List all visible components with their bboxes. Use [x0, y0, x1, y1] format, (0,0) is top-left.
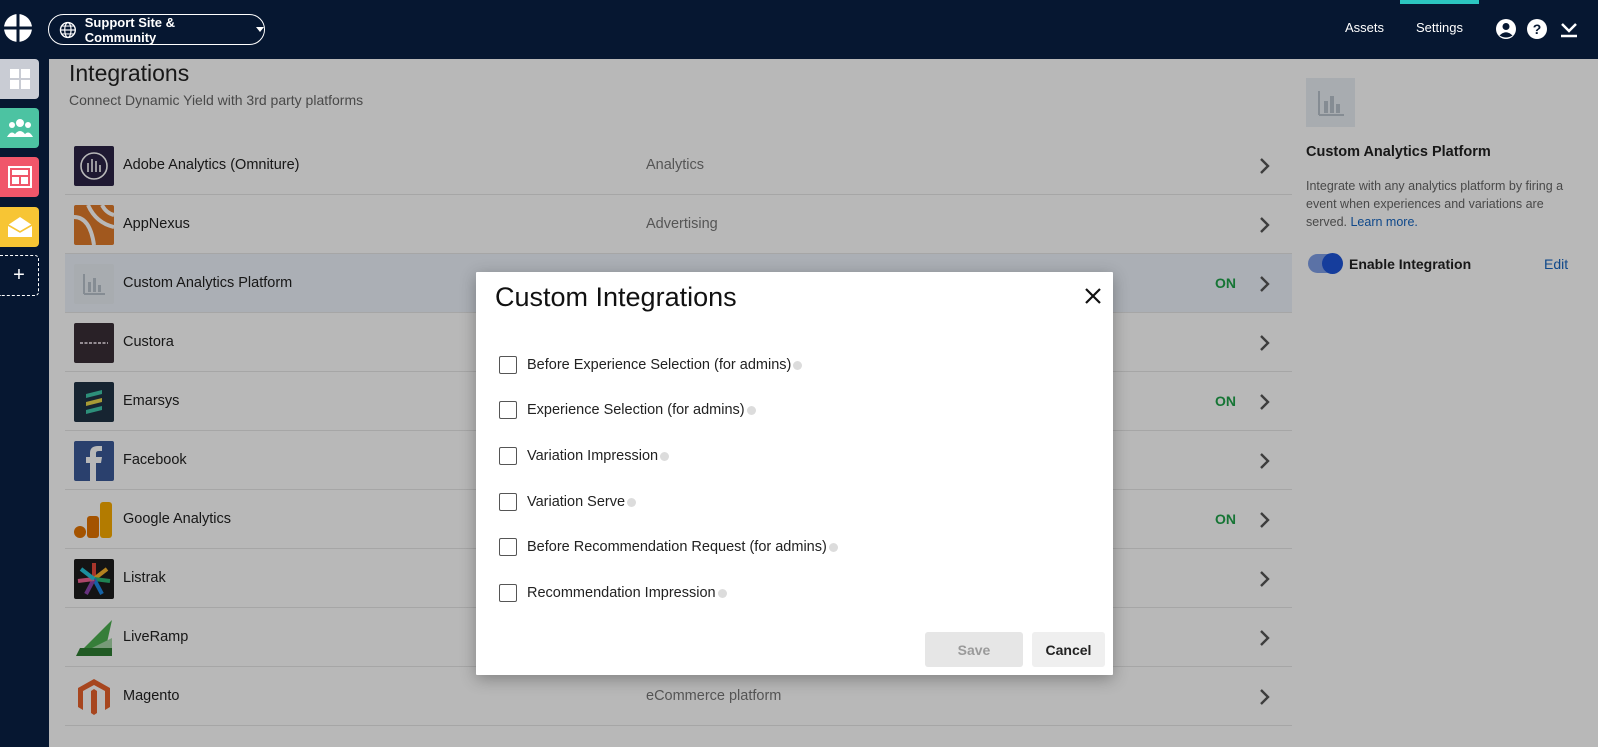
dialog-title: Custom Integrations: [495, 282, 737, 312]
active-nav-indicator: [1400, 0, 1479, 4]
help-icon[interactable]: [793, 360, 803, 370]
option-label: Before Experience Selection (for admins): [527, 357, 792, 373]
option-label: Recommendation Impression: [527, 585, 716, 601]
option-label: Before Recommendation Request (for admin…: [527, 539, 827, 555]
help-icon[interactable]: [717, 588, 727, 598]
rail-web-personalization[interactable]: [0, 157, 39, 197]
checkbox[interactable]: [499, 584, 517, 602]
option-label: Experience Selection (for admins): [527, 402, 745, 418]
option-label: Variation Serve: [527, 494, 626, 510]
option-before-recommendation-request[interactable]: Before Recommendation Request (for admin…: [499, 537, 838, 557]
account-icon[interactable]: [1495, 18, 1517, 40]
site-selector[interactable]: Support Site & Community: [48, 14, 265, 45]
help-icon[interactable]: [627, 497, 637, 507]
chevron-down-icon: [256, 27, 264, 32]
checkbox[interactable]: [499, 447, 517, 465]
dynamic-yield-logo[interactable]: [3, 13, 33, 43]
envelope-icon: [7, 217, 32, 237]
download-icon[interactable]: [1558, 18, 1580, 40]
help-icon[interactable]: [660, 451, 670, 461]
option-variation-serve[interactable]: Variation Serve: [499, 492, 637, 512]
option-before-experience-selection[interactable]: Before Experience Selection (for admins): [499, 355, 803, 375]
checkbox[interactable]: [499, 493, 517, 511]
site-selector-label: Support Site & Community: [84, 14, 176, 45]
option-recommendation-impression[interactable]: Recommendation Impression: [499, 583, 727, 603]
globe-icon: [59, 21, 76, 38]
checkbox[interactable]: [499, 401, 517, 419]
checkbox[interactable]: [499, 538, 517, 556]
option-label: Variation Impression: [527, 448, 659, 464]
plus-icon: +: [13, 264, 25, 286]
custom-integrations-dialog: Custom Integrations Before Experience Se…: [476, 272, 1113, 675]
option-experience-selection[interactable]: Experience Selection (for admins): [499, 400, 756, 420]
help-icon[interactable]: [746, 405, 756, 415]
cancel-button[interactable]: Cancel: [1032, 632, 1105, 667]
help-icon[interactable]: [828, 542, 838, 552]
checkbox[interactable]: [499, 356, 517, 374]
top-bar: Support Site & Community Assets Settings…: [0, 0, 1598, 59]
rail-audiences[interactable]: [0, 108, 39, 148]
dashboard-icon: [9, 69, 30, 89]
add-channel-button[interactable]: +: [0, 255, 39, 296]
help-icon[interactable]: ?: [1526, 18, 1548, 40]
layout-icon: [7, 166, 32, 188]
nav-settings[interactable]: Settings: [1416, 20, 1463, 35]
save-button[interactable]: Save: [925, 632, 1023, 667]
left-rail: +: [0, 59, 49, 747]
rail-email[interactable]: [0, 207, 39, 247]
close-icon[interactable]: [1083, 286, 1103, 306]
option-variation-impression[interactable]: Variation Impression: [499, 446, 670, 466]
rail-dashboard[interactable]: [0, 59, 39, 99]
people-icon: [6, 119, 33, 137]
nav-assets[interactable]: Assets: [1345, 20, 1384, 35]
svg-text:?: ?: [1533, 21, 1542, 37]
